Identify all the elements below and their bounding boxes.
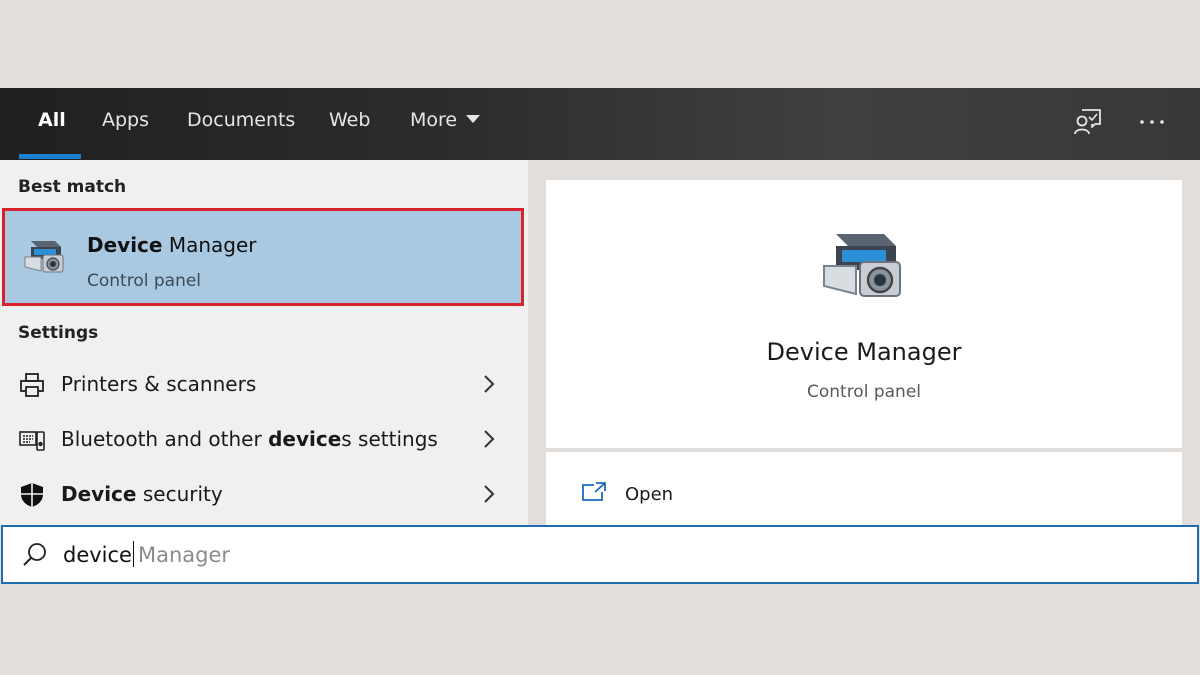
windows-search-panel: All Apps Documents Web More Best match D… [0, 88, 1200, 585]
best-match-title-bold: Device [87, 233, 163, 257]
search-filter-bar: All Apps Documents Web More [0, 88, 1200, 160]
best-match-title-rest: Manager [162, 233, 257, 257]
tab-documents[interactable]: Documents [187, 88, 295, 160]
detail-actions: Open [546, 452, 1182, 532]
tab-web[interactable]: Web [329, 88, 370, 160]
device-manager-icon [21, 237, 69, 281]
open-window-icon [580, 482, 608, 508]
results-list: Best match Device Manager Control panel … [0, 160, 528, 525]
best-match-subtitle: Control panel [87, 271, 202, 291]
setting-printers-scanners[interactable]: Printers & scanners [0, 358, 528, 412]
setting-device-security[interactable]: Device security [0, 468, 528, 522]
tab-label: Documents [187, 109, 296, 131]
tab-apps[interactable]: Apps [102, 88, 149, 160]
more-options-icon[interactable] [1136, 106, 1168, 138]
active-tab-indicator [19, 154, 81, 159]
tab-label: More [410, 109, 458, 131]
open-label: Open [625, 484, 674, 505]
label-bold: Device [61, 482, 137, 506]
setting-label: Printers & scanners [61, 372, 256, 396]
printer-icon [18, 371, 46, 399]
chevron-right-icon [482, 483, 496, 509]
search-typed-text: device [63, 543, 132, 567]
setting-label: Bluetooth and other devices settings [61, 427, 438, 451]
setting-label: Device security [61, 482, 223, 506]
label-text: Printers & scanners [61, 372, 257, 396]
open-action[interactable]: Open [580, 480, 673, 508]
tab-label: All [38, 109, 66, 131]
label-text-after: security [136, 482, 223, 506]
best-match-header: Best match [18, 177, 127, 197]
chevron-right-icon [482, 373, 496, 399]
text-cursor [132, 541, 134, 567]
search-autocomplete-hint: Manager [137, 543, 231, 567]
best-match-title: Device Manager [87, 233, 257, 257]
detail-preview: Device Manager Control panel [546, 180, 1182, 448]
detail-title: Device Manager [766, 338, 962, 366]
setting-bluetooth-devices[interactable]: Bluetooth and other devices settings [0, 413, 528, 467]
tab-all[interactable]: All [38, 88, 66, 160]
tab-label: Web [329, 109, 371, 131]
settings-header: Settings [18, 323, 99, 343]
search-icon [21, 541, 49, 573]
label-bold: device [268, 427, 342, 451]
search-input[interactable]: device Manager [63, 541, 230, 567]
search-box[interactable]: device Manager [1, 525, 1199, 584]
chevron-right-icon [482, 428, 496, 454]
detail-subtitle: Control panel [806, 382, 922, 402]
device-manager-icon [816, 226, 912, 310]
shield-icon [18, 481, 46, 509]
tab-label: Apps [102, 109, 150, 131]
keyboard-speaker-icon [18, 426, 46, 454]
tab-more[interactable]: More [410, 88, 481, 160]
label-text-after: s settings [341, 427, 438, 451]
label-text: Bluetooth and other [61, 427, 269, 451]
feedback-icon[interactable] [1072, 106, 1104, 138]
best-match-result[interactable]: Device Manager Control panel [2, 208, 524, 306]
caret-down-icon [466, 115, 481, 123]
